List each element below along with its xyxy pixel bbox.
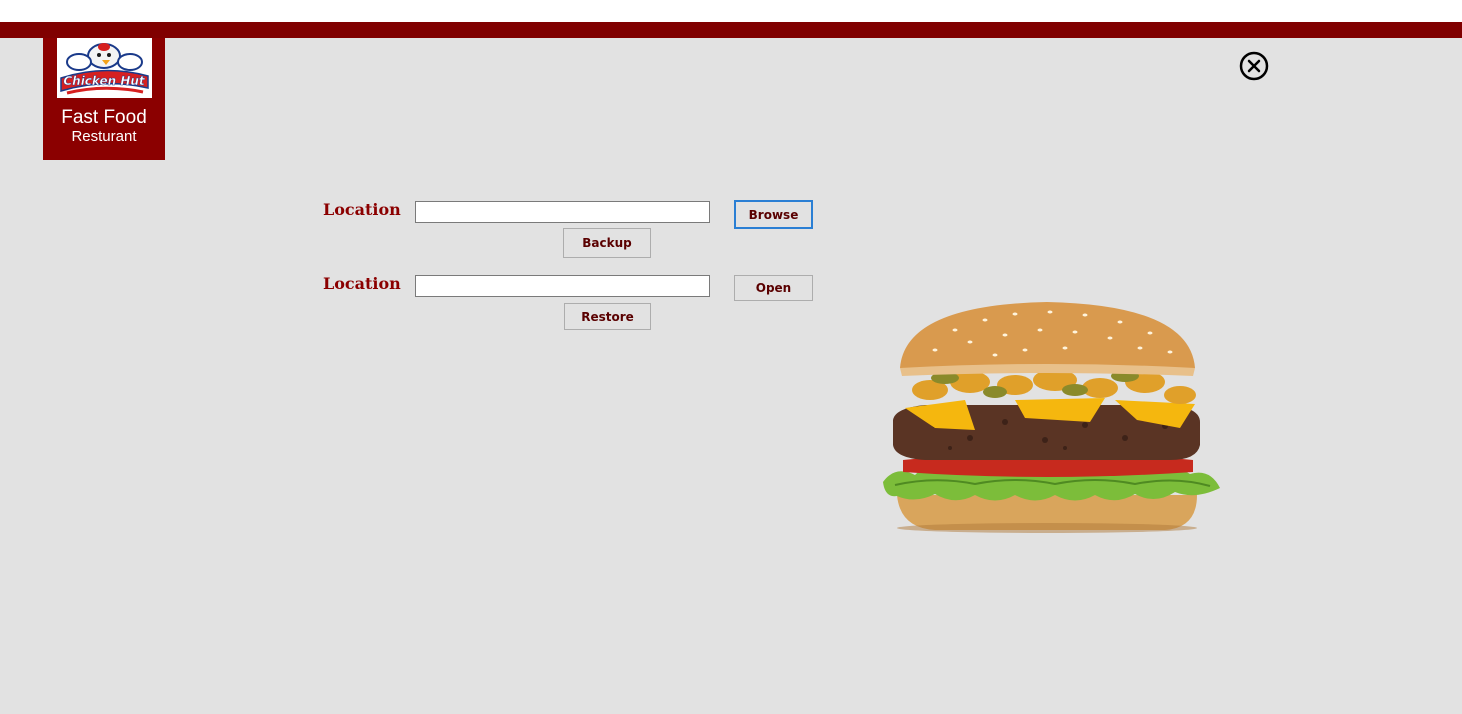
restore-button[interactable]: Restore — [564, 303, 651, 330]
backup-location-label: Location — [323, 200, 401, 219]
browse-button[interactable]: Browse — [734, 200, 813, 229]
logo-subtitle: Resturant — [71, 128, 137, 145]
backup-location-input[interactable] — [415, 201, 710, 223]
restore-location-label: Location — [323, 274, 401, 293]
restaurant-logo: Chicken Hut Fast Food Resturant — [43, 38, 165, 160]
title-bar — [0, 22, 1462, 38]
burger-image — [875, 300, 1225, 535]
backup-button[interactable]: Backup — [563, 228, 651, 258]
chicken-hut-logo-image: Chicken Hut — [57, 38, 152, 98]
logo-brand-text: Chicken Hut — [63, 74, 146, 88]
restore-location-input[interactable] — [415, 275, 710, 297]
logo-title: Fast Food — [61, 107, 147, 128]
close-icon[interactable] — [1239, 51, 1269, 81]
content-area — [0, 38, 1462, 714]
open-button[interactable]: Open — [734, 275, 813, 301]
backup-restore-window: Chicken Hut Fast Food Resturant Location… — [0, 0, 1462, 714]
